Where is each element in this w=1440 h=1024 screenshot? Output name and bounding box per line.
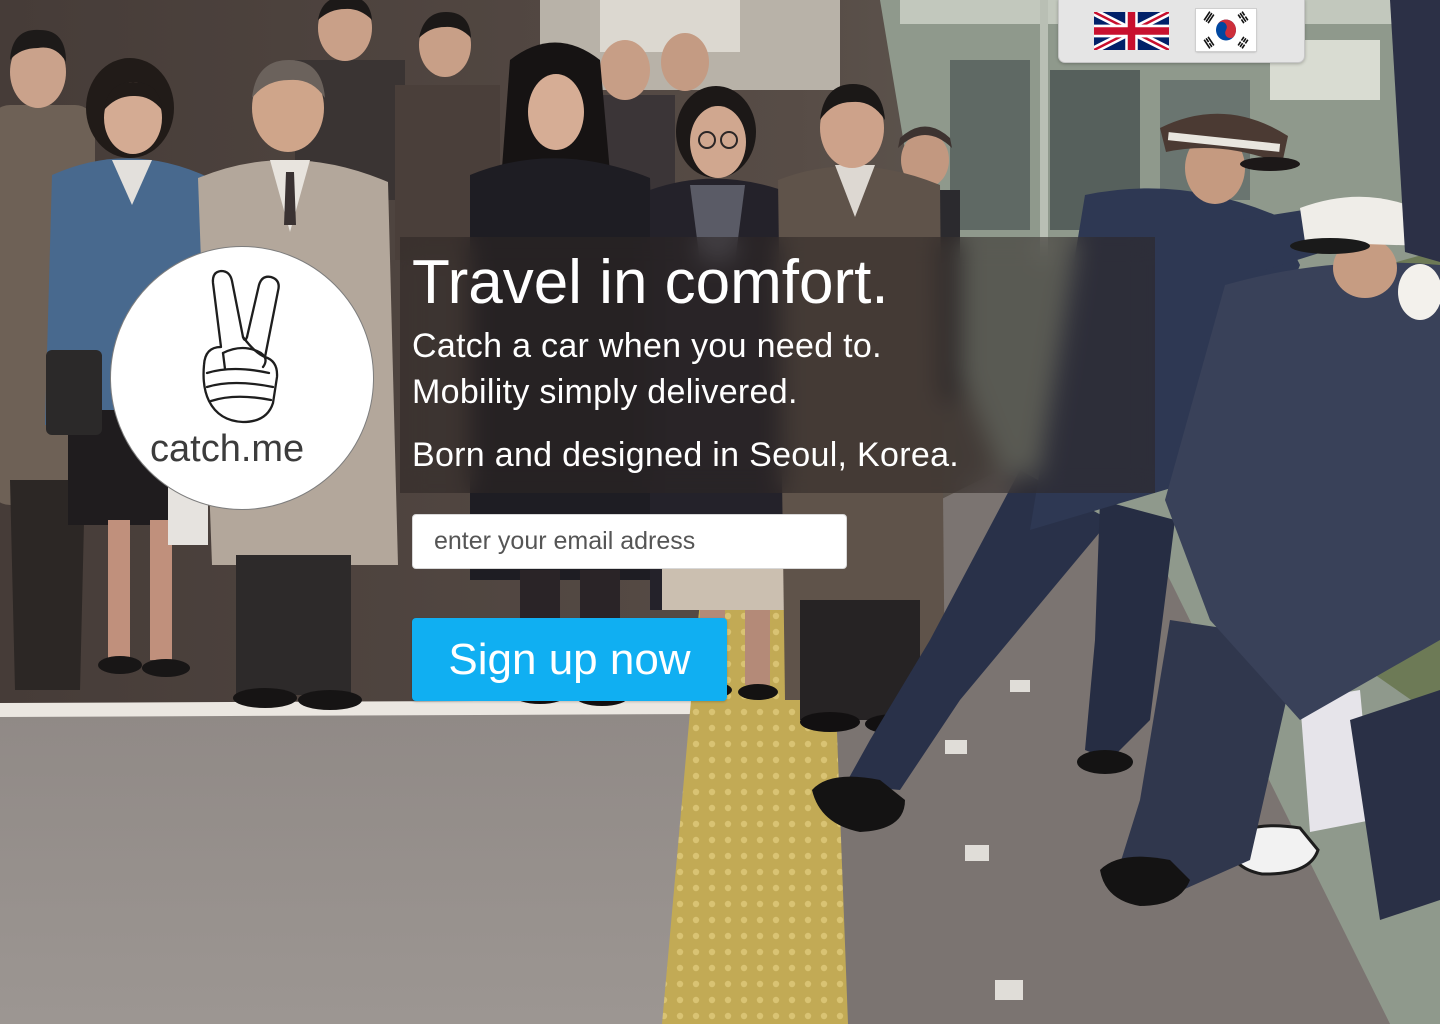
sign-up-button[interactable]: Sign up now [412,618,727,701]
korea-flag-icon [1196,9,1256,51]
peace-hand-icon [202,269,280,424]
hero-origin: Born and designed in Seoul, Korea. [412,436,960,474]
brand-name: catch.me [150,428,305,470]
background-photo [0,0,1440,1024]
email-input[interactable] [412,514,847,569]
language-english-button[interactable] [1094,12,1169,50]
uk-flag-icon [1094,12,1169,50]
language-korean-button[interactable] [1196,9,1256,51]
landing-page: catch.me Travel in comfort. Catch a car … [0,0,1440,1024]
hero-tagline: Catch a car when you need to. [412,327,882,365]
hero-tagline: Mobility simply delivered. [412,373,798,411]
brand-logo[interactable]: catch.me [110,246,374,510]
language-switcher [1058,0,1305,63]
hero-title: Travel in comfort. [412,248,889,317]
